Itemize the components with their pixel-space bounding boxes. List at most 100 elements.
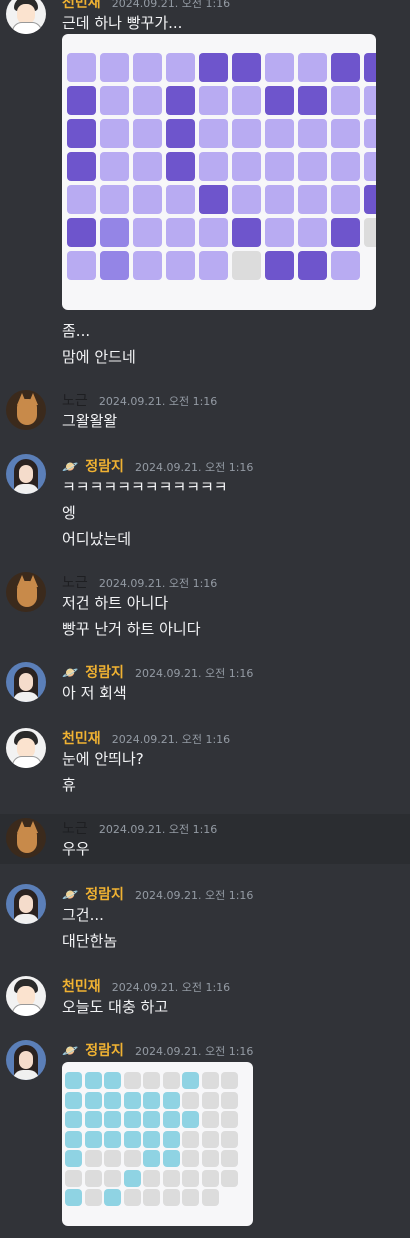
grid-cell: [104, 1072, 121, 1089]
username[interactable]: 정람지: [85, 665, 124, 681]
user-avatar[interactable]: [6, 662, 46, 702]
grid-cell: [265, 86, 294, 115]
grid-cell: [298, 152, 327, 181]
message-text: 어디났는데: [62, 530, 132, 548]
grid-cell: [143, 1091, 160, 1109]
grid-cell: [65, 1072, 82, 1089]
grid-cell: [199, 152, 228, 181]
username[interactable]: 정람지: [85, 459, 124, 475]
grid-cell: [123, 1091, 141, 1109]
message-header: 천민재 2024.09.21. 오전 1:16: [62, 0, 230, 12]
message-m8: 🪐 정람지 2024.09.21. 오전 1:16 그건... 대단한놈: [0, 882, 410, 954]
username[interactable]: 노근: [62, 393, 88, 409]
grid-cell: [331, 152, 360, 181]
user-avatar[interactable]: [6, 976, 46, 1016]
grid-cell: [199, 86, 228, 115]
grid-cell: [143, 1169, 160, 1187]
message-header: 🪐 정람지 2024.09.21. 오전 1:16: [62, 884, 253, 904]
grid-cell: [201, 1130, 219, 1148]
grid-cell: [65, 1091, 82, 1109]
grid-cell: [84, 1072, 102, 1089]
image-attachment[interactable]: [62, 34, 376, 310]
username[interactable]: 노근: [62, 575, 88, 591]
grid-cell: [65, 1130, 82, 1148]
grid-cell: [232, 86, 261, 115]
user-avatar[interactable]: [6, 0, 46, 34]
message-header: 🪐 정람지 2024.09.21. 오전 1:16: [62, 662, 253, 682]
message-text: 오늘도 대충 하고: [62, 998, 169, 1016]
grid-cell: [100, 119, 129, 148]
grid-cell: [65, 1111, 82, 1128]
image-attachment[interactable]: [62, 1062, 253, 1226]
timestamp: 2024.09.21. 오전 1:16: [111, 0, 231, 10]
grid-cell: [84, 1091, 102, 1109]
grid-cell: [84, 1169, 102, 1187]
grid-cell: [100, 53, 129, 82]
message-text: 그건...: [62, 906, 104, 924]
grid-cell: [123, 1150, 141, 1167]
grid-cell: [166, 86, 195, 115]
grid-cell: [201, 1189, 219, 1206]
grid-cell: [166, 218, 195, 247]
message-text: ㅋㅋㅋㅋㅋㅋㅋㅋㅋㅋㅋㅋ: [62, 478, 228, 496]
grid-cell: [221, 1130, 238, 1148]
grid-cell: [104, 1111, 121, 1128]
timestamp: 2024.09.21. 오전 1:16: [98, 577, 218, 590]
grid-cell: [232, 53, 261, 82]
grid-cell: [221, 1150, 238, 1167]
grid-cell: [143, 1111, 160, 1128]
grid-cell: [201, 1150, 219, 1167]
grid-cell: [65, 1150, 82, 1167]
grid-cell: [201, 1072, 219, 1089]
grid-cell: [100, 251, 129, 280]
grid-cell: [232, 251, 261, 280]
username[interactable]: 정람지: [85, 1043, 124, 1059]
grid-cell: [199, 53, 228, 82]
message-text: 휴: [62, 776, 76, 794]
message-m4: 노근 2024.09.21. 오전 1:16 저건 하트 아니다 빵꾸 난거 하…: [0, 570, 410, 640]
planet-icon: 🪐: [62, 888, 79, 903]
username[interactable]: 정람지: [85, 887, 124, 903]
message-header: 천민재 2024.09.21. 오전 1:16: [62, 976, 230, 996]
grid-cell: [182, 1072, 199, 1089]
grid-cell: [199, 185, 228, 214]
grid-cell: [84, 1150, 102, 1167]
grid-cell: [84, 1111, 102, 1128]
grid-cell: [166, 251, 195, 280]
message-header: 천민재 2024.09.21. 오전 1:16: [62, 728, 230, 748]
username[interactable]: 천민재: [62, 731, 101, 747]
user-avatar[interactable]: [6, 1040, 46, 1080]
grid-cell: [232, 152, 261, 181]
grid-cell: [331, 218, 360, 247]
grid-cell: [182, 1169, 199, 1187]
grid-cell: [100, 86, 129, 115]
grid-cell: [100, 218, 129, 247]
user-avatar[interactable]: [6, 572, 46, 612]
grid-cell: [162, 1189, 180, 1206]
message-m2: 노근 2024.09.21. 오전 1:16 그왈왈왈: [0, 388, 410, 438]
username[interactable]: 노근: [62, 821, 88, 837]
grid-cell: [84, 1189, 102, 1206]
timestamp: 2024.09.21. 오전 1:16: [135, 1045, 254, 1058]
user-avatar[interactable]: [6, 728, 46, 768]
username[interactable]: 천민재: [62, 979, 101, 995]
grid-cell: [201, 1169, 219, 1187]
grid-cell: [298, 218, 327, 247]
grid-cell: [298, 86, 327, 115]
grid-cell: [143, 1189, 160, 1206]
message-m7: 노근 2024.09.21. 오전 1:16 우우: [0, 814, 410, 864]
grid-cell: [143, 1150, 160, 1167]
user-avatar[interactable]: [6, 390, 46, 430]
grid-cell: [123, 1130, 141, 1148]
timestamp: 2024.09.21. 오전 1:16: [135, 667, 254, 680]
username[interactable]: 천민재: [62, 0, 101, 11]
grid-cell: [331, 53, 360, 82]
grid-cell: [67, 152, 96, 181]
grid-cell: [104, 1189, 121, 1206]
user-avatar[interactable]: [6, 884, 46, 924]
user-avatar[interactable]: [6, 454, 46, 494]
grid-cell: [199, 119, 228, 148]
timestamp: 2024.09.21. 오전 1:16: [111, 733, 231, 746]
user-avatar[interactable]: [6, 818, 46, 858]
planet-icon: 🪐: [62, 666, 79, 681]
